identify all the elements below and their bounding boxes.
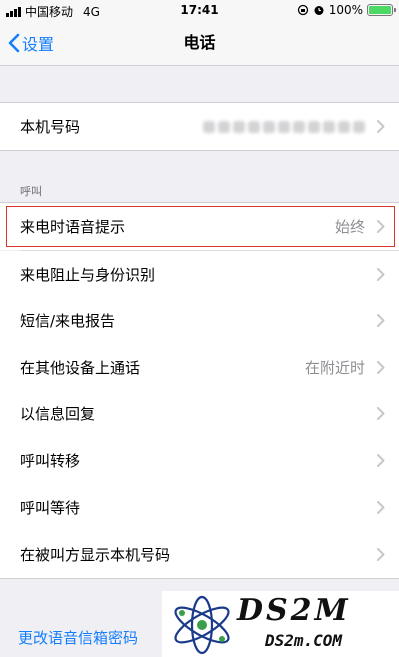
section-header-call: 呼叫 bbox=[20, 185, 42, 198]
chevron-right-icon bbox=[377, 361, 385, 374]
call-waiting-cell[interactable]: 呼叫等待 bbox=[0, 484, 399, 531]
cell-label: 在被叫方显示本机号码 bbox=[20, 546, 171, 564]
page-title: 电话 bbox=[183, 33, 216, 52]
battery-percent: 100% bbox=[328, 3, 363, 17]
cell-label: 来电时语音提示 bbox=[20, 218, 126, 236]
watermark: DS2M DS2m.COM bbox=[162, 591, 399, 657]
cell-label: 短信/来电报告 bbox=[20, 312, 116, 330]
status-bar: 中国移动 4G 17:41 100% bbox=[0, 0, 399, 20]
my-number-cell[interactable]: 本机号码 bbox=[0, 103, 399, 150]
group-bottom-border bbox=[0, 150, 399, 151]
chevron-right-icon bbox=[377, 220, 385, 233]
cell-detail: 在附近时 bbox=[304, 359, 365, 377]
cell-label: 呼叫等待 bbox=[20, 499, 81, 517]
call-blocking-cell[interactable]: 来电阻止与身份识别 bbox=[0, 251, 399, 298]
group-bottom-border bbox=[0, 578, 399, 579]
show-caller-id-cell[interactable]: 在被叫方显示本机号码 bbox=[0, 531, 399, 578]
status-right: 100% bbox=[297, 3, 396, 17]
change-voicemail-password-link[interactable]: 更改语音信箱密码 bbox=[18, 627, 138, 648]
chevron-right-icon bbox=[377, 314, 385, 327]
chevron-right-icon bbox=[377, 120, 385, 133]
my-number-label: 本机号码 bbox=[20, 118, 81, 136]
cell-label: 在其他设备上通话 bbox=[20, 359, 141, 377]
battery-icon bbox=[367, 4, 396, 16]
chevron-right-icon bbox=[377, 454, 385, 467]
chevron-right-icon bbox=[377, 501, 385, 514]
watermark-domain: DS2m.COM bbox=[265, 631, 343, 650]
orientation-lock-icon bbox=[297, 4, 308, 16]
respond-with-text-cell[interactable]: 以信息回复 bbox=[0, 390, 399, 437]
chevron-right-icon bbox=[377, 268, 385, 281]
calls-other-devices-cell[interactable]: 在其他设备上通话 在附近时 bbox=[0, 344, 399, 391]
cell-label: 来电阻止与身份识别 bbox=[20, 266, 156, 284]
chevron-right-icon bbox=[377, 407, 385, 420]
watermark-brand: DS2M bbox=[237, 593, 351, 628]
obscured-phone-number bbox=[203, 120, 365, 133]
chevron-right-icon bbox=[377, 548, 385, 561]
atom-logo-icon bbox=[174, 595, 230, 655]
cell-detail: 始终 bbox=[334, 218, 365, 236]
cell-label: 呼叫转移 bbox=[20, 452, 81, 470]
announce-calls-cell[interactable]: 来电时语音提示 始终 bbox=[0, 203, 399, 250]
call-forwarding-cell[interactable]: 呼叫转移 bbox=[0, 437, 399, 484]
alarm-icon bbox=[314, 6, 324, 15]
sms-call-report-cell[interactable]: 短信/来电报告 bbox=[0, 297, 399, 344]
navigation-bar: 设置 电话 bbox=[0, 20, 399, 66]
cell-label: 以信息回复 bbox=[20, 405, 96, 423]
